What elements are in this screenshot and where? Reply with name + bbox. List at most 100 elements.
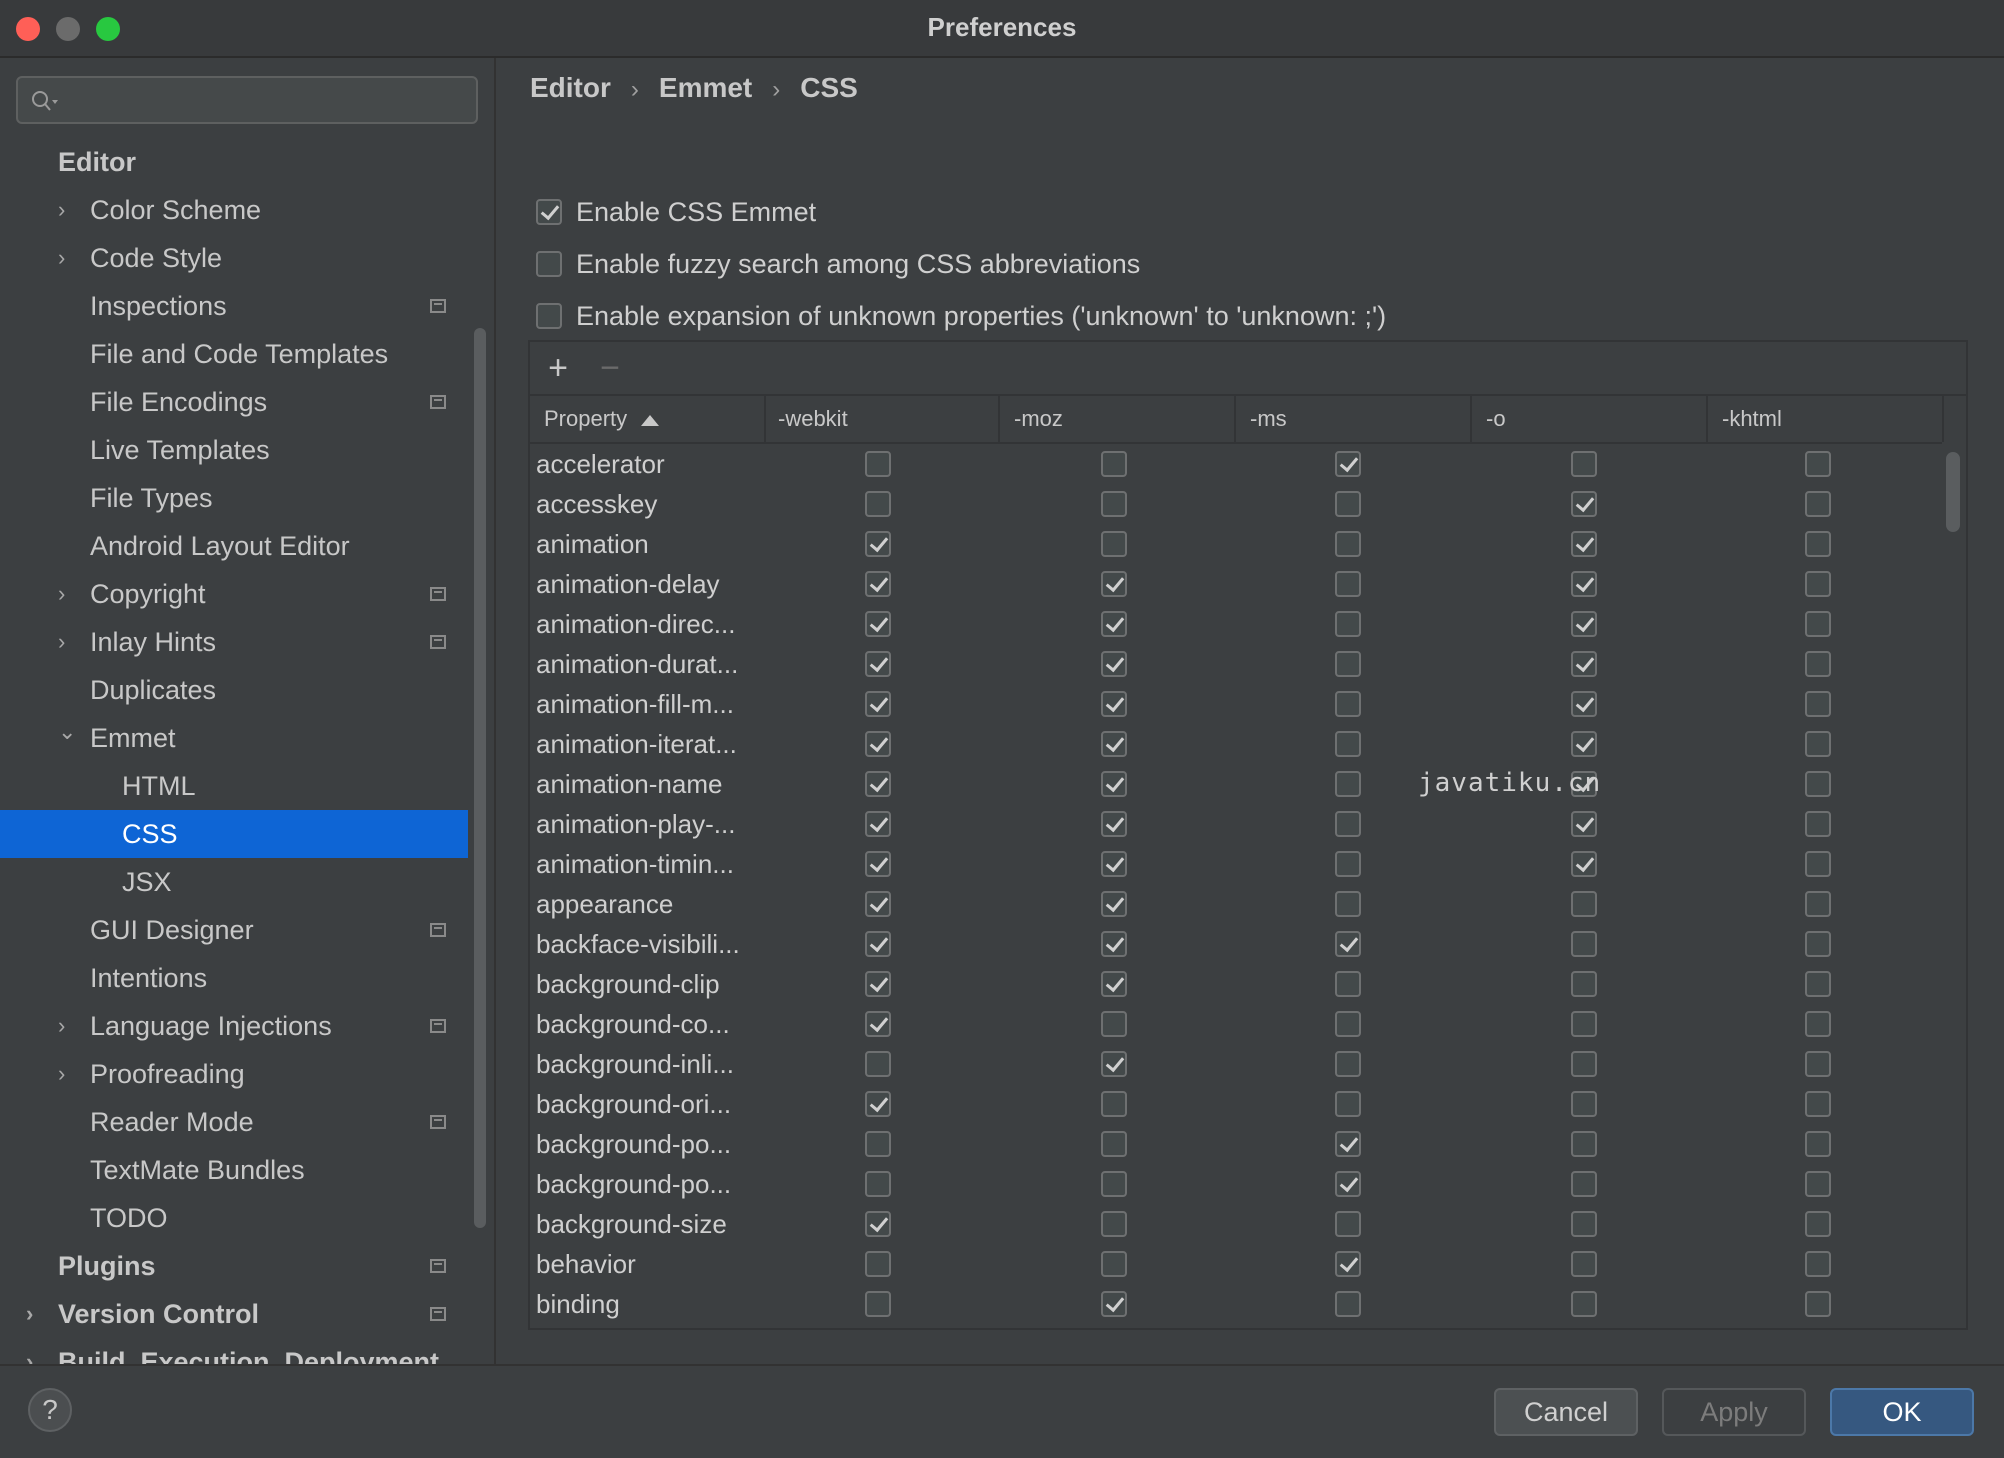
prefix-checkbox-moz[interactable] — [1101, 771, 1127, 797]
prefix-checkbox-webkit[interactable] — [865, 971, 891, 997]
column-header-o[interactable]: -o — [1472, 396, 1708, 442]
sidebar-item-reader-mode[interactable]: Reader Mode — [0, 1098, 468, 1146]
prefix-checkbox-webkit[interactable] — [865, 891, 891, 917]
sidebar-item-proofreading[interactable]: › Proofreading — [0, 1050, 468, 1098]
prefix-checkbox-webkit[interactable] — [865, 491, 891, 517]
sidebar-item-file-and-code-templates[interactable]: File and Code Templates — [0, 330, 468, 378]
table-row[interactable]: animation-name — [530, 764, 1942, 804]
prefix-checkbox-khtml[interactable] — [1805, 1291, 1831, 1317]
prefix-checkbox-ms[interactable] — [1335, 611, 1361, 637]
prefix-checkbox-o[interactable] — [1571, 531, 1597, 557]
sidebar-item-color-scheme[interactable]: › Color Scheme — [0, 186, 468, 234]
table-row[interactable]: animation-iterat... — [530, 724, 1942, 764]
sidebar-item-inspections[interactable]: Inspections — [0, 282, 468, 330]
prefix-checkbox-o[interactable] — [1571, 1051, 1597, 1077]
sidebar-item-css[interactable]: CSS — [0, 810, 468, 858]
prefix-checkbox-moz[interactable] — [1101, 1251, 1127, 1277]
breadcrumb-item[interactable]: Emmet — [659, 72, 752, 104]
prefix-checkbox-o[interactable] — [1571, 571, 1597, 597]
prefix-checkbox-o[interactable] — [1571, 931, 1597, 957]
prefix-checkbox-moz[interactable] — [1101, 1011, 1127, 1037]
prefix-checkbox-moz[interactable] — [1101, 1291, 1127, 1317]
prefix-checkbox-o[interactable] — [1571, 1291, 1597, 1317]
prefix-checkbox-moz[interactable] — [1101, 1091, 1127, 1117]
apply-button[interactable]: Apply — [1662, 1388, 1806, 1436]
prefix-checkbox-webkit[interactable] — [865, 1131, 891, 1157]
sidebar-item-build-execution-deployment[interactable]: › Build, Execution, Deployment — [0, 1338, 468, 1364]
table-row[interactable]: animation-durat... — [530, 644, 1942, 684]
prefix-checkbox-o[interactable] — [1571, 1171, 1597, 1197]
prefix-checkbox-o[interactable] — [1571, 971, 1597, 997]
prefix-checkbox-ms[interactable] — [1335, 1131, 1361, 1157]
prefix-checkbox-webkit[interactable] — [865, 531, 891, 557]
prefix-checkbox-o[interactable] — [1571, 851, 1597, 877]
prefix-checkbox-khtml[interactable] — [1805, 611, 1831, 637]
prefix-checkbox-moz[interactable] — [1101, 531, 1127, 557]
prefix-checkbox-ms[interactable] — [1335, 1291, 1361, 1317]
sidebar-item-file-types[interactable]: File Types — [0, 474, 468, 522]
prefix-checkbox-ms[interactable] — [1335, 971, 1361, 997]
prefix-checkbox-khtml[interactable] — [1805, 811, 1831, 837]
ok-button[interactable]: OK — [1830, 1388, 1974, 1436]
prefix-checkbox-webkit[interactable] — [865, 851, 891, 877]
prefix-checkbox-ms[interactable] — [1335, 691, 1361, 717]
sidebar-item-inlay-hints[interactable]: › Inlay Hints — [0, 618, 468, 666]
prefix-checkbox-moz[interactable] — [1101, 1211, 1127, 1237]
sidebar-item-html[interactable]: HTML — [0, 762, 468, 810]
sidebar-item-duplicates[interactable]: Duplicates — [0, 666, 468, 714]
option-checkbox[interactable] — [536, 303, 562, 329]
prefix-checkbox-khtml[interactable] — [1805, 771, 1831, 797]
table-row[interactable]: background-po... — [530, 1124, 1942, 1164]
prefix-checkbox-o[interactable] — [1571, 1091, 1597, 1117]
table-row[interactable]: background-inli... — [530, 1044, 1942, 1084]
prefix-checkbox-moz[interactable] — [1101, 811, 1127, 837]
prefix-checkbox-webkit[interactable] — [865, 1011, 891, 1037]
chevron-right-icon[interactable]: › — [58, 1002, 78, 1050]
prefix-checkbox-moz[interactable] — [1101, 851, 1127, 877]
prefix-checkbox-moz[interactable] — [1101, 491, 1127, 517]
prefix-checkbox-ms[interactable] — [1335, 571, 1361, 597]
table-row[interactable]: animation-fill-m... — [530, 684, 1942, 724]
prefix-checkbox-webkit[interactable] — [865, 731, 891, 757]
table-row[interactable]: animation-timin... — [530, 844, 1942, 884]
sidebar-item-gui-designer[interactable]: GUI Designer — [0, 906, 468, 954]
prefix-checkbox-moz[interactable] — [1101, 691, 1127, 717]
prefix-checkbox-khtml[interactable] — [1805, 1051, 1831, 1077]
prefix-checkbox-o[interactable] — [1571, 691, 1597, 717]
sidebar-scrollbar[interactable] — [474, 328, 486, 1228]
prefix-checkbox-moz[interactable] — [1101, 731, 1127, 757]
prefix-checkbox-ms[interactable] — [1335, 1171, 1361, 1197]
prefix-checkbox-ms[interactable] — [1335, 731, 1361, 757]
prefix-checkbox-webkit[interactable] — [865, 811, 891, 837]
chevron-right-icon[interactable]: › — [58, 1050, 78, 1098]
prefix-checkbox-webkit[interactable] — [865, 1211, 891, 1237]
prefix-checkbox-ms[interactable] — [1335, 811, 1361, 837]
sidebar-item-file-encodings[interactable]: File Encodings — [0, 378, 468, 426]
prefix-checkbox-o[interactable] — [1571, 451, 1597, 477]
sidebar-item-live-templates[interactable]: Live Templates — [0, 426, 468, 474]
cancel-button[interactable]: Cancel — [1494, 1388, 1638, 1436]
prefix-checkbox-khtml[interactable] — [1805, 531, 1831, 557]
prefix-checkbox-ms[interactable] — [1335, 1251, 1361, 1277]
prefix-checkbox-o[interactable] — [1571, 891, 1597, 917]
prefix-checkbox-webkit[interactable] — [865, 691, 891, 717]
prefix-checkbox-o[interactable] — [1571, 491, 1597, 517]
prefix-checkbox-khtml[interactable] — [1805, 1131, 1831, 1157]
prefix-checkbox-moz[interactable] — [1101, 611, 1127, 637]
prefix-checkbox-moz[interactable] — [1101, 971, 1127, 997]
prefix-checkbox-o[interactable] — [1571, 651, 1597, 677]
column-header-ms[interactable]: -ms — [1236, 396, 1472, 442]
prefix-checkbox-webkit[interactable] — [865, 651, 891, 677]
table-row[interactable]: accesskey — [530, 484, 1942, 524]
sidebar-item-android-layout-editor[interactable]: Android Layout Editor — [0, 522, 468, 570]
table-row[interactable]: background-clip — [530, 964, 1942, 1004]
table-row[interactable]: animation-play-... — [530, 804, 1942, 844]
table-row[interactable]: binding — [530, 1284, 1942, 1324]
option-checkbox[interactable] — [536, 251, 562, 277]
prefix-checkbox-o[interactable] — [1571, 731, 1597, 757]
prefix-checkbox-khtml[interactable] — [1805, 891, 1831, 917]
table-row[interactable]: background-ori... — [530, 1084, 1942, 1124]
prefix-checkbox-khtml[interactable] — [1805, 1011, 1831, 1037]
column-header-property[interactable]: Property — [530, 396, 766, 442]
chevron-right-icon[interactable]: › — [58, 234, 78, 282]
